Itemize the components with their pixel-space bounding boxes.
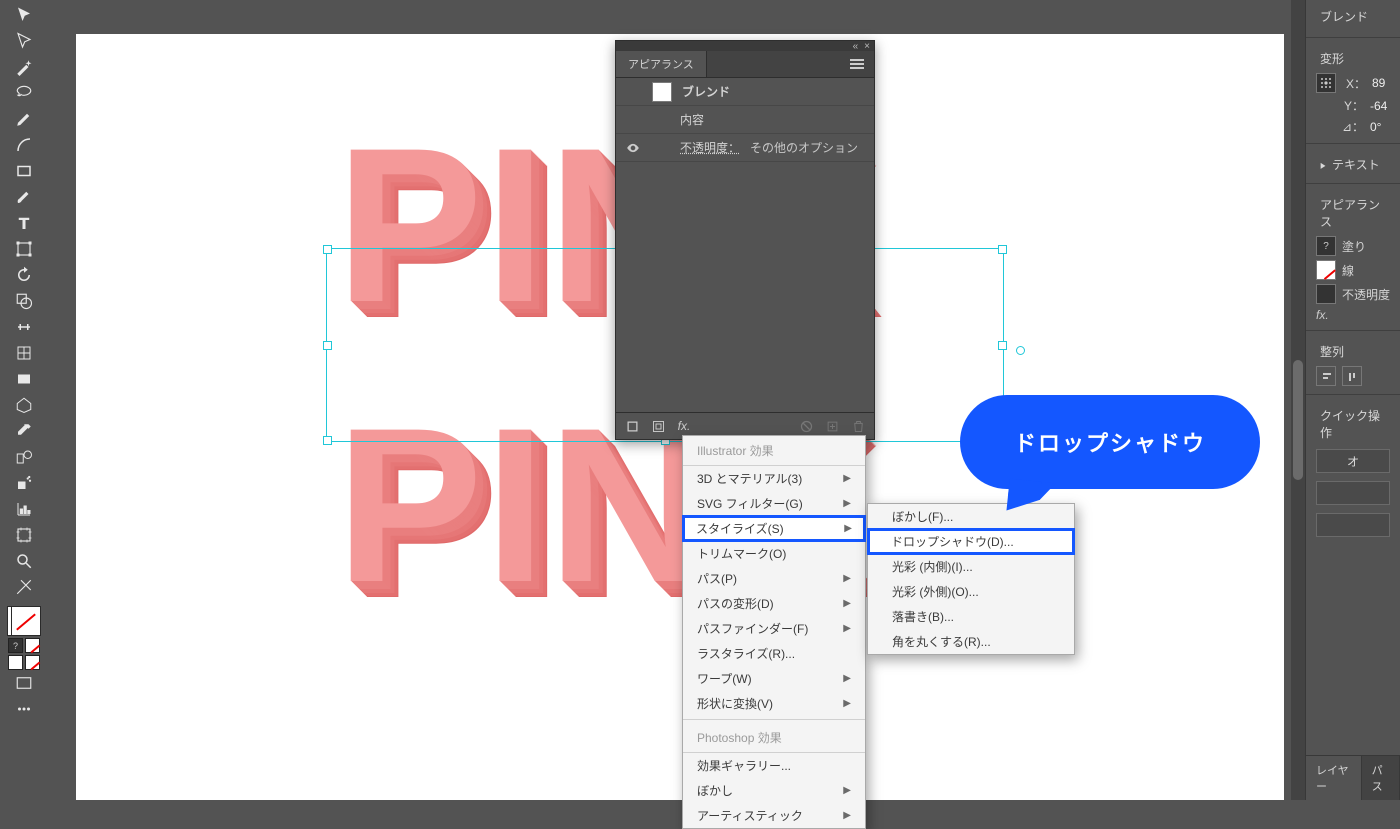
- tool-perspective[interactable]: [11, 392, 37, 417]
- menu-item[interactable]: トリムマーク(O): [683, 541, 865, 566]
- stroke-none-icon: [1316, 260, 1336, 280]
- fill-row[interactable]: ?塗り: [1306, 234, 1400, 258]
- fill-stroke-swatches[interactable]: ?: [7, 606, 41, 670]
- tool-curve[interactable]: [11, 132, 37, 157]
- tool-artboard[interactable]: [11, 522, 37, 547]
- fill-swatch-icon: [652, 82, 672, 102]
- menu-item[interactable]: ぼかし▶: [683, 778, 865, 803]
- panel-menu-icon[interactable]: [840, 57, 874, 71]
- visibility-icon[interactable]: [624, 141, 642, 155]
- appearance-tab[interactable]: アピアランス: [616, 51, 707, 77]
- canvas-scrollbar[interactable]: [1291, 0, 1305, 800]
- opacity-row[interactable]: 不透明度: [1306, 282, 1400, 306]
- reference-point-icon[interactable]: [1316, 73, 1336, 93]
- tool-freetransform[interactable]: [11, 236, 37, 261]
- rotate-handle[interactable]: [1016, 346, 1025, 355]
- appearance-row-content[interactable]: 内容: [616, 106, 874, 134]
- align-top-icon[interactable]: [1342, 366, 1362, 386]
- tool-symbolspray[interactable]: [11, 470, 37, 495]
- tool-editmodes[interactable]: [11, 696, 37, 721]
- tool-pen[interactable]: [11, 106, 37, 131]
- align-left-icon[interactable]: [1316, 366, 1336, 386]
- clear-icon: [798, 418, 814, 434]
- transform-angle-value[interactable]: 0°: [1370, 120, 1381, 134]
- submenu-item[interactable]: 光彩 (内側)(I)...: [868, 554, 1074, 579]
- panel-collapse-icon[interactable]: «: [853, 41, 859, 52]
- trash-icon: [850, 418, 866, 434]
- panel-titlebar[interactable]: « ×: [616, 41, 874, 51]
- stroke-row[interactable]: 線: [1306, 258, 1400, 282]
- tool-zoom[interactable]: [11, 548, 37, 573]
- appearance-section: アピアランス: [1306, 190, 1400, 234]
- swatch-question-icon: ?: [8, 638, 23, 653]
- fx-menu-header-photoshop: Photoshop 効果: [683, 723, 865, 753]
- menu-item[interactable]: パス(P)▶: [683, 566, 865, 591]
- tool-mesh[interactable]: [11, 340, 37, 365]
- submenu-item[interactable]: ドロップシャドウ(D)...: [867, 528, 1075, 555]
- tool-rect[interactable]: [11, 158, 37, 183]
- fill-unknown-icon: ?: [1316, 236, 1336, 256]
- tool-shapebuilder[interactable]: [11, 288, 37, 313]
- submenu-item[interactable]: 光彩 (外側)(O)...: [868, 579, 1074, 604]
- new-stroke-icon[interactable]: [650, 418, 666, 434]
- annotation-callout: ドロップシャドウ: [960, 395, 1260, 489]
- tool-direct-select[interactable]: [11, 28, 37, 53]
- panel-close-icon[interactable]: ×: [864, 41, 870, 52]
- tool-screenmode[interactable]: [11, 670, 37, 695]
- tool-slice[interactable]: [11, 574, 37, 599]
- stylize-submenu: ぼかし(F)...ドロップシャドウ(D)...光彩 (内側)(I)...光彩 (…: [867, 503, 1075, 655]
- swatch-none-icon: [25, 638, 40, 653]
- opacity-checker-icon: [1316, 284, 1336, 304]
- menu-item[interactable]: パスファインダー(F)▶: [683, 616, 865, 641]
- tool-graph[interactable]: [11, 496, 37, 521]
- quick-action-button-3[interactable]: [1316, 513, 1390, 537]
- transform-x-value[interactable]: 89: [1372, 76, 1385, 90]
- appearance-row-blend[interactable]: ブレンド: [616, 78, 874, 106]
- tool-brush[interactable]: [11, 184, 37, 209]
- tool-wand[interactable]: [11, 54, 37, 79]
- menu-item[interactable]: アーティスティック▶: [683, 803, 865, 828]
- menu-item[interactable]: 3D とマテリアル(3)▶: [683, 466, 865, 491]
- text-more-section[interactable]: ▸テキスト: [1306, 150, 1400, 177]
- quick-action-button-1[interactable]: オ: [1316, 449, 1390, 473]
- align-section: 整列: [1306, 337, 1400, 364]
- transform-section: 変形: [1306, 44, 1400, 71]
- tool-rotate[interactable]: [11, 262, 37, 287]
- toolbar: ?: [0, 0, 48, 802]
- menu-item[interactable]: スタイライズ(S)▶: [682, 515, 866, 542]
- appearance-panel: « × アピアランス ブレンド 内容 不透明度： その他のオプション fx.: [615, 40, 875, 440]
- submenu-item[interactable]: 落書き(B)...: [868, 604, 1074, 629]
- appearance-row-opacity[interactable]: 不透明度： その他のオプション: [616, 134, 874, 162]
- menu-item[interactable]: 効果ギャラリー...: [683, 753, 865, 778]
- new-fill-icon[interactable]: [624, 418, 640, 434]
- menu-item[interactable]: SVG フィルター(G)▶: [683, 491, 865, 516]
- fx-text-icon: fx.: [1316, 308, 1334, 322]
- tool-eyedropper[interactable]: [11, 418, 37, 443]
- duplicate-icon: [824, 418, 840, 434]
- tool-selection[interactable]: [11, 2, 37, 27]
- menu-item[interactable]: 形状に変換(V)▶: [683, 691, 865, 716]
- menu-item[interactable]: ワープ(W)▶: [683, 666, 865, 691]
- menu-item[interactable]: パスの変形(D)▶: [683, 591, 865, 616]
- properties-title: ブレンド: [1306, 0, 1400, 31]
- fx-menu: Illustrator 効果 3D とマテリアル(3)▶SVG フィルター(G)…: [682, 435, 866, 829]
- quick-action-button-2[interactable]: [1316, 481, 1390, 505]
- menu-item[interactable]: ラスタライズ(R)...: [683, 641, 865, 666]
- scrollbar-thumb[interactable]: [1293, 360, 1303, 480]
- fx-icon[interactable]: fx.: [676, 418, 692, 434]
- bottom-panel-tabs: レイヤー パス: [1306, 755, 1400, 800]
- tab-paths[interactable]: パス: [1362, 756, 1400, 800]
- tool-lasso[interactable]: [11, 80, 37, 105]
- tab-layers[interactable]: レイヤー: [1306, 756, 1362, 800]
- fx-row[interactable]: fx.: [1306, 306, 1400, 324]
- properties-panel: ブレンド 変形 X： 89 Y： -64 ⊿： 0° ▸テキスト アピアランス …: [1305, 0, 1400, 800]
- fx-menu-header-illustrator: Illustrator 効果: [683, 436, 865, 466]
- transform-y-value[interactable]: -64: [1370, 99, 1387, 113]
- tool-type[interactable]: [11, 210, 37, 235]
- tool-width[interactable]: [11, 314, 37, 339]
- quick-actions-section: クイック操作: [1306, 401, 1400, 445]
- tool-blend[interactable]: [11, 444, 37, 469]
- tool-gradient[interactable]: [11, 366, 37, 391]
- submenu-item[interactable]: 角を丸くする(R)...: [868, 629, 1074, 654]
